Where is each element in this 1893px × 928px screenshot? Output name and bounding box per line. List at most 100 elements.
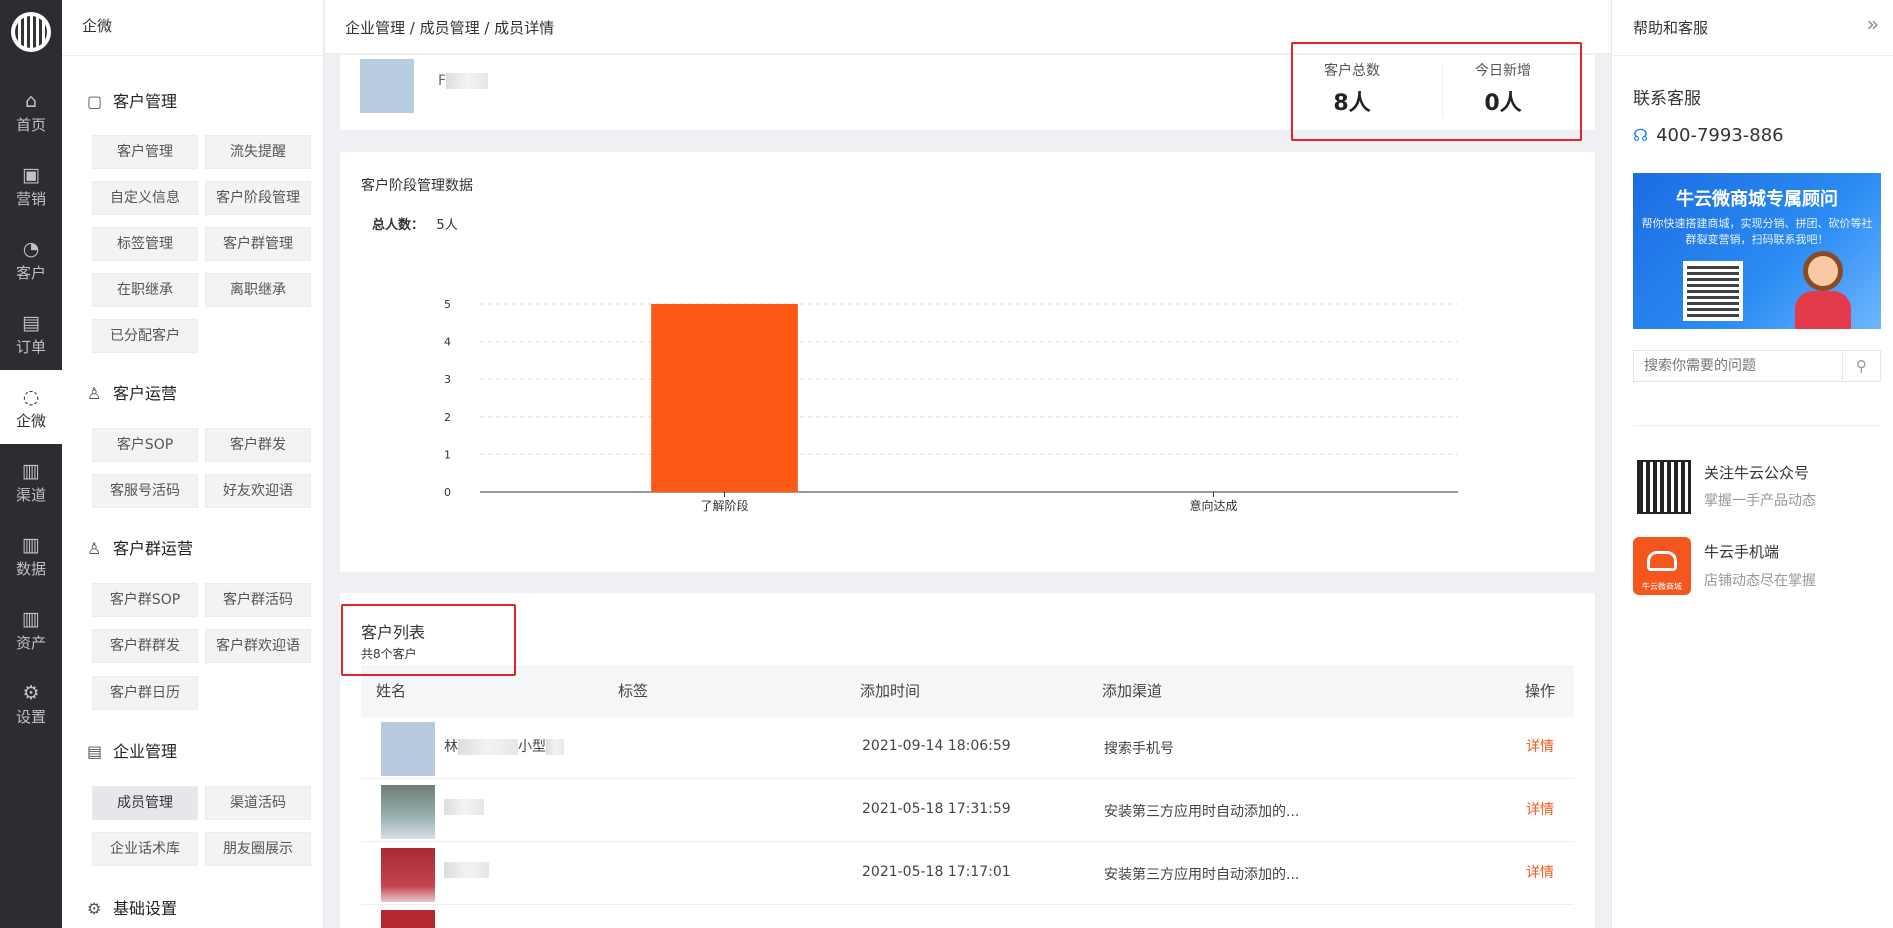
y-tick-label: 3 (444, 373, 451, 386)
menu-assigned[interactable]: 已分配客户 (92, 319, 198, 353)
detail-link[interactable]: 详情 (1526, 799, 1554, 819)
stage-card: 客户阶段管理数据 总人数： 5人 0 1 2 3 4 5 了解阶段 意向达成 (340, 152, 1595, 572)
menu-custom-info[interactable]: 自定义信息 (92, 181, 198, 215)
users-icon: ♙ (87, 539, 102, 558)
customer-name (444, 862, 489, 878)
secondary-menu: 企微 ▢ 客户管理 客户管理 流失提醒 自定义信息 客户阶段管理 标签管理 客户群… (62, 0, 324, 928)
highlight-box-list (341, 604, 516, 676)
wechat-qr-icon (1637, 460, 1691, 514)
x-tick-label: 意向达成 (1189, 498, 1237, 513)
customer-channel: 安装第三方应用时自动添加的... (1104, 867, 1300, 883)
banner-qr-code (1683, 261, 1743, 321)
customer-add-time: 2021-05-18 17:17:01 (862, 864, 1011, 880)
user-ops-icon: ♙ (87, 384, 102, 403)
menu-group-broadcast[interactable]: 客户群群发 (92, 629, 198, 663)
col-channel: 添加渠道 (1102, 682, 1163, 700)
app-icon-label: 牛云微商城 (1642, 582, 1682, 591)
bar-0 (651, 304, 798, 492)
briefcase-icon: ▣ (22, 164, 40, 186)
menu-member-mgmt[interactable]: 成员管理 (92, 786, 198, 820)
building-icon: ▤ (87, 742, 103, 761)
help-search-box: ⚲ (1633, 350, 1881, 382)
detail-link[interactable]: 详情 (1526, 736, 1554, 756)
rail-item-assets[interactable]: ▥ 资产 (0, 592, 62, 666)
col-name: 姓名 (376, 682, 407, 700)
collapse-icon[interactable]: » (1867, 12, 1879, 36)
highlight-box-stats (1291, 42, 1582, 141)
menu-group-mgmt[interactable]: 客户群管理 (205, 227, 311, 261)
y-tick-label: 2 (444, 411, 451, 424)
menu-offjob-inherit[interactable]: 离职继承 (205, 273, 311, 307)
menu-customer-broadcast[interactable]: 客户群发 (205, 428, 311, 462)
customer-avatar (381, 910, 435, 928)
rail-item-wecom[interactable]: ◌ 企微 (0, 370, 62, 444)
menu-customer-sop[interactable]: 客户SOP (92, 428, 198, 462)
menu-group-code[interactable]: 客户群活码 (205, 583, 311, 617)
menu-service-code[interactable]: 客服号活码 (92, 474, 198, 508)
headset-icon: ☊ (1633, 126, 1649, 146)
menu-channel-code[interactable]: 渠道活码 (205, 786, 311, 820)
help-title: 帮助和客服 (1633, 19, 1709, 37)
banner-text: 帮你快速搭建商城，实现分销、拼团、砍价等社群裂变营销，扫码联系我吧！ (1641, 217, 1873, 246)
menu-title: 企微 (62, 0, 323, 56)
menu-group-calendar[interactable]: 客户群日历 (92, 676, 198, 710)
gear-icon: ⚙ (87, 899, 102, 918)
rail-item-customer[interactable]: ◔ 客户 (0, 222, 62, 296)
menu-group-sop[interactable]: 客户群SOP (92, 583, 198, 617)
mascot-illustration (1783, 251, 1859, 329)
home-icon: ⌂ (24, 90, 38, 112)
rail-item-marketing[interactable]: ▣ 营销 (0, 148, 62, 222)
menu-churn-alert[interactable]: 流失提醒 (205, 135, 311, 169)
rail-item-data[interactable]: ▥ 数据 (0, 518, 62, 592)
contact-phone: ☊ 400-7993-886 (1633, 125, 1784, 146)
help-search-input[interactable] (1634, 351, 1844, 381)
follow-subtitle: 掌握一手产品动态 (1704, 493, 1816, 509)
chart-icon: ▥ (22, 460, 40, 482)
chat-icon: ◌ (22, 386, 40, 408)
menu-group-welcome[interactable]: 客户群欢迎语 (205, 629, 311, 663)
app-subtitle: 店铺动态尽在掌握 (1704, 573, 1816, 589)
customer-add-time: 2021-09-14 18:06:59 (862, 738, 1011, 754)
x-tick-label: 了解阶段 (700, 498, 748, 513)
col-tag: 标签 (618, 682, 649, 700)
group-enterprise: ▤ 企业管理 (87, 742, 178, 761)
customer-channel: 安装第三方应用时自动添加的... (1104, 804, 1300, 820)
breadcrumb: 企业管理 / 成员管理 / 成员详情 (345, 19, 555, 37)
search-icon[interactable]: ⚲ (1842, 351, 1880, 381)
group-basic-settings: ⚙ 基础设置 (87, 899, 178, 918)
y-tick-label: 5 (444, 298, 451, 311)
logo[interactable] (11, 12, 51, 52)
contact-title: 联系客服 (1633, 89, 1701, 109)
member-avatar (360, 59, 414, 113)
group-customer-ops: ♙ 客户运营 (87, 384, 178, 403)
menu-script-lib[interactable]: 企业话术库 (92, 832, 198, 866)
y-tick-label: 1 (444, 448, 451, 461)
consultant-banner[interactable]: 牛云微商城专属顾问 帮你快速搭建商城，实现分销、拼团、砍价等社群裂变营销，扫码联… (1633, 173, 1881, 329)
menu-stage-mgmt[interactable]: 客户阶段管理 (205, 181, 311, 215)
customer-avatar (381, 848, 435, 902)
banner-title: 牛云微商城专属顾问 (1676, 189, 1838, 210)
menu-customer-mgmt[interactable]: 客户管理 (92, 135, 198, 169)
menu-welcome[interactable]: 好友欢迎语 (205, 474, 311, 508)
menu-tag-mgmt[interactable]: 标签管理 (92, 227, 198, 261)
rail-item-home[interactable]: ⌂ 首页 (0, 74, 62, 148)
table-header (361, 665, 1574, 717)
help-panel: 帮助和客服 » 联系客服 ☊ 400-7993-886 牛云微商城专属顾问 帮你快… (1611, 0, 1893, 928)
gear-icon: ⚙ (22, 682, 40, 704)
detail-link[interactable]: 详情 (1526, 862, 1554, 882)
app-icon: 牛云微商城 (1633, 537, 1691, 595)
contact-card-icon: ▢ (87, 92, 103, 111)
menu-onjob-inherit[interactable]: 在职继承 (92, 273, 198, 307)
menu-moments[interactable]: 朋友圈展示 (205, 832, 311, 866)
rail-item-order[interactable]: ▤ 订单 (0, 296, 62, 370)
customer-avatar (381, 785, 435, 839)
rail-item-channel[interactable]: ▥ 渠道 (0, 444, 62, 518)
follow-title: 关注牛云公众号 (1704, 464, 1810, 482)
customer-avatar (381, 722, 435, 776)
y-tick-label: 4 (444, 336, 451, 349)
customer-channel: 搜索手机号 (1104, 741, 1174, 757)
table-row: 2021-05-18 17:17:01 安装第三方应用时自动添加的... 详情 (361, 842, 1574, 905)
rail-item-settings[interactable]: ⚙ 设置 (0, 666, 62, 740)
clipboard-icon: ▤ (22, 312, 40, 334)
group-group-ops: ♙ 客户群运营 (87, 539, 194, 558)
